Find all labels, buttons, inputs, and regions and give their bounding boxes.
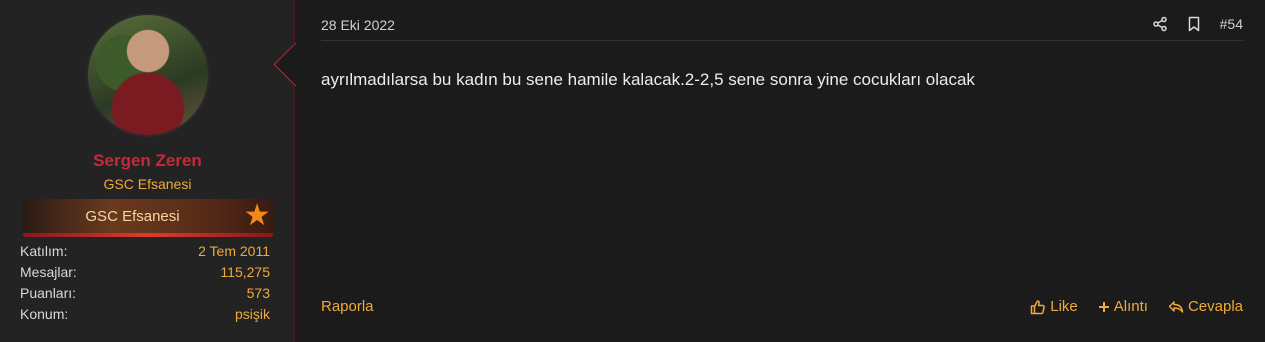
banner-text: GSC Efsanesi	[85, 208, 180, 225]
stat-label: Mesajlar:	[20, 264, 77, 280]
user-title: GSC Efsanesi	[103, 176, 192, 192]
stat-label: Puanları:	[20, 285, 77, 301]
stat-value[interactable]: 115,275	[220, 262, 270, 283]
stat-label: Konum:	[20, 306, 69, 322]
share-icon[interactable]	[1152, 16, 1168, 32]
user-sidebar: Sergen Zeren GSC Efsanesi GSC Efsanesi ★…	[0, 0, 295, 342]
like-label: Like	[1050, 298, 1078, 315]
stat-location: Konum: psişik	[20, 304, 270, 325]
reply-button[interactable]: Cevapla	[1168, 298, 1243, 315]
avatar[interactable]	[85, 13, 210, 137]
user-stats: Katılım: 2 Tem 2011 Mesajlar: 115,275 Pu…	[20, 241, 270, 325]
post-meta-actions: #54	[1134, 16, 1243, 32]
message-arrow	[273, 42, 317, 86]
post-main: 28 Eki 2022 #54 ayrılmadılarsa bu kadın …	[295, 0, 1265, 342]
post-number[interactable]: #54	[1220, 16, 1243, 32]
stat-value[interactable]: 573	[247, 283, 270, 304]
plus-icon	[1098, 301, 1109, 312]
post-meta: 28 Eki 2022 #54	[321, 0, 1243, 41]
stat-value[interactable]: psişik	[235, 304, 270, 325]
username[interactable]: Sergen Zeren	[0, 151, 295, 171]
post-container: Sergen Zeren GSC Efsanesi GSC Efsanesi ★…	[0, 0, 1265, 342]
quote-label: Alıntı	[1113, 298, 1148, 315]
post-date[interactable]: 28 Eki 2022	[321, 17, 395, 33]
thumbs-up-icon	[1030, 299, 1046, 314]
quote-button[interactable]: Alıntı	[1098, 298, 1148, 315]
star-icon: ★	[243, 199, 271, 232]
stat-messages: Mesajlar: 115,275	[20, 262, 270, 283]
stat-value: 2 Tem 2011	[198, 243, 270, 259]
user-banner: GSC Efsanesi ★	[22, 199, 273, 237]
bookmark-icon[interactable]	[1186, 16, 1202, 32]
stat-label: Katılım:	[20, 243, 68, 259]
reply-label: Cevapla	[1187, 298, 1243, 315]
like-button[interactable]: Like	[1030, 298, 1078, 315]
post-actions: Like Alıntı Cevapla	[1010, 298, 1243, 315]
reply-icon	[1168, 300, 1184, 313]
stat-joined: Katılım: 2 Tem 2011	[20, 241, 270, 262]
post-message: ayrılmadılarsa bu kadın bu sene hamile k…	[321, 70, 975, 89]
report-link[interactable]: Raporla	[321, 298, 374, 315]
stat-points: Puanları: 573	[20, 283, 270, 304]
